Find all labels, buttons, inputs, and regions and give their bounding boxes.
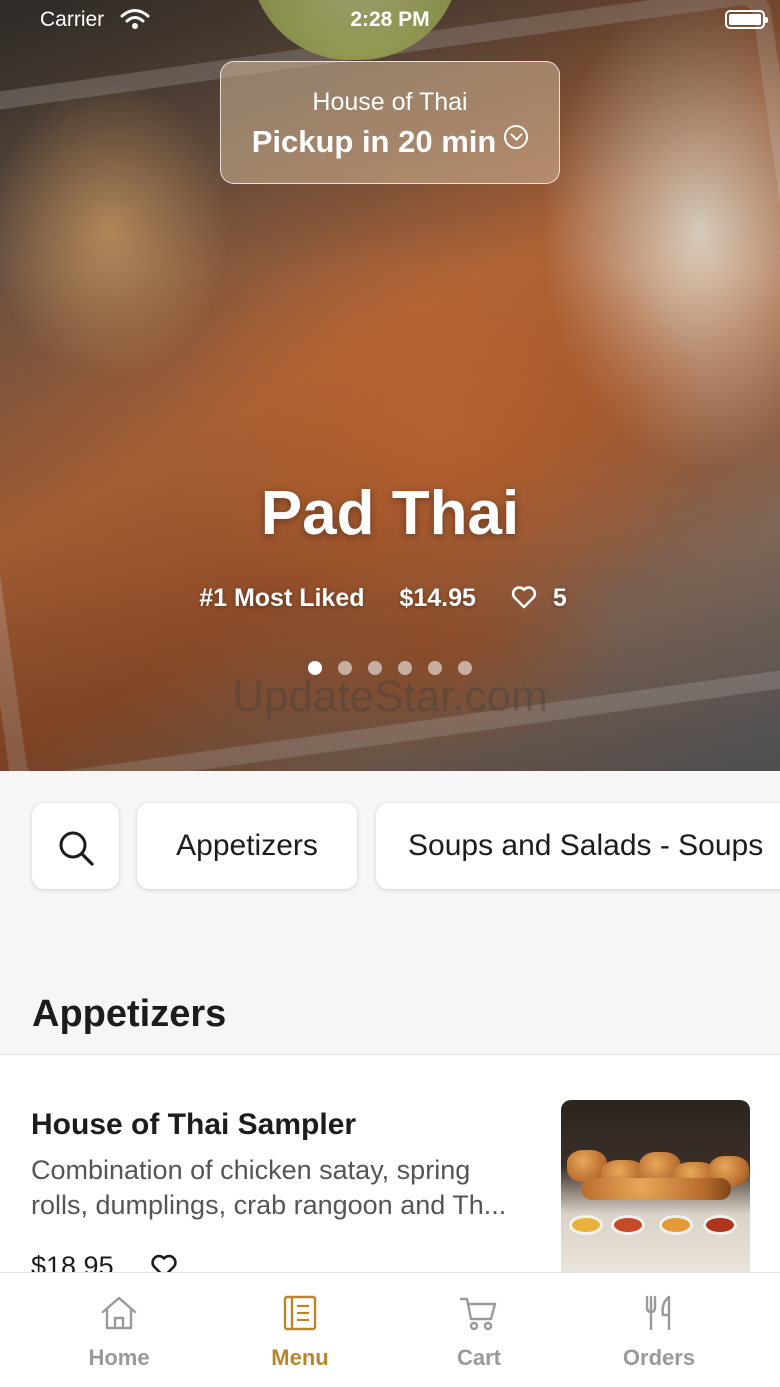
featured-item-meta: #1 Most Liked $14.95 5 xyxy=(0,584,780,613)
category-chip-appetizers[interactable]: Appetizers xyxy=(137,803,357,889)
heart-icon[interactable] xyxy=(150,1253,178,1272)
search-button[interactable] xyxy=(32,803,119,889)
tab-label: Cart xyxy=(456,1345,501,1370)
pickup-time: Pickup in 20 min xyxy=(251,124,497,159)
home-icon xyxy=(101,1296,137,1330)
tab-orders[interactable]: Orders xyxy=(569,1273,749,1387)
restaurant-name: House of Thai xyxy=(312,88,468,116)
featured-likes: 5 xyxy=(511,584,581,612)
cart-icon xyxy=(459,1297,497,1331)
tab-label: Home xyxy=(88,1345,150,1370)
heart-icon xyxy=(511,586,537,609)
search-icon xyxy=(59,831,94,866)
tab-label: Orders xyxy=(622,1345,696,1370)
featured-item-title: Pad Thai xyxy=(260,479,520,548)
hero-banner[interactable]: Carrier 2:28 PM House of Thai Pickup in … xyxy=(0,0,780,771)
clock: 2:28 PM xyxy=(350,8,430,31)
tab-menu[interactable]: Menu xyxy=(210,1273,390,1387)
watermark: UpdateStar.com xyxy=(232,672,548,721)
item-name: House of Thai Sampler xyxy=(31,1108,357,1141)
category-chips: Appetizers Soups and Salads - Soups xyxy=(0,771,780,931)
orders-icon xyxy=(645,1295,671,1331)
featured-price: $14.95 xyxy=(399,584,476,612)
chevron-down-icon xyxy=(504,125,529,149)
battery-icon xyxy=(725,10,768,29)
item-description: Combination of chicken satay, spring rol… xyxy=(31,1155,507,1220)
pickup-selector[interactable]: House of Thai Pickup in 20 min xyxy=(220,61,560,184)
menu-list: House of Thai Sampler Combination of chi… xyxy=(0,1055,780,1272)
category-chip-soups-and-salads[interactable]: Soups and Salads - Soups xyxy=(376,803,780,889)
tab-cart[interactable]: Cart xyxy=(389,1273,569,1387)
menu-icon xyxy=(283,1295,317,1331)
tab-label: Menu xyxy=(271,1345,329,1370)
featured-rank: #1 Most Liked xyxy=(199,584,365,612)
item-image xyxy=(561,1100,750,1272)
likes-count: 5 xyxy=(552,584,567,612)
tab-home[interactable]: Home xyxy=(29,1273,209,1387)
item-price: $18.95 xyxy=(31,1251,114,1272)
tab-bar: Home Menu Cart Orders xyxy=(0,1272,780,1387)
status-bar: Carrier 2:28 PM xyxy=(0,0,780,40)
section-title: Appetizers xyxy=(32,993,227,1035)
